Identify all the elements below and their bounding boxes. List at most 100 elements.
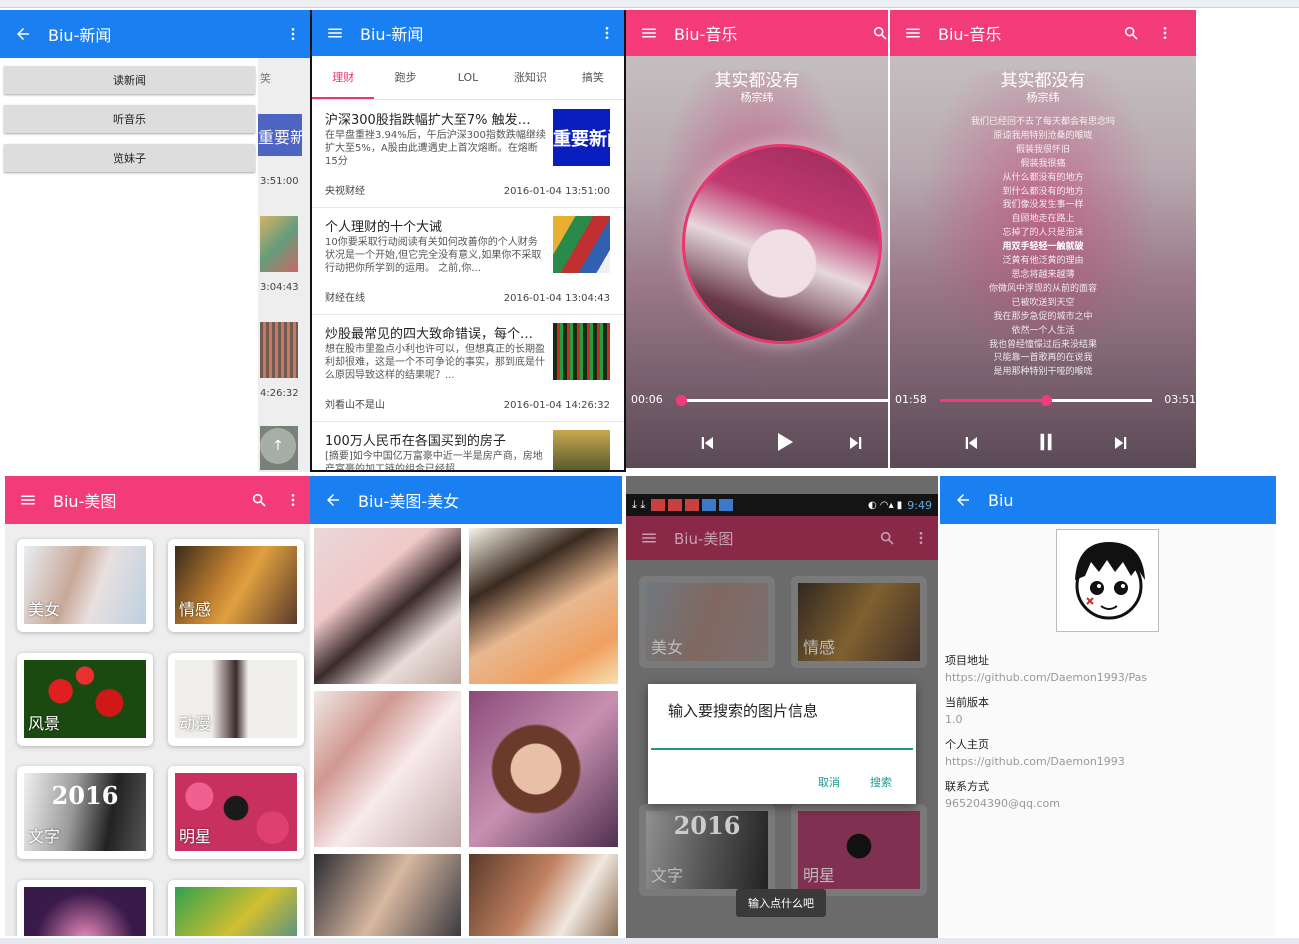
news-item[interactable]: 沪深300股指跌幅扩大至7% 触发二次熔断 在早盘重挫3.94%后，午后沪深30… — [312, 101, 624, 208]
photo-thumbnail[interactable] — [314, 691, 461, 847]
news-item[interactable]: 炒股最常见的四大致命错误，每个股民都要看 想在股市里盈点小利也许可以，但想真正的… — [312, 315, 624, 422]
news-date: 2016-01-04 13:04:43 — [503, 293, 610, 304]
category-label: 文字 — [28, 827, 61, 846]
search-input[interactable] — [651, 738, 913, 750]
tab-funny[interactable]: 搞笑 — [562, 56, 624, 99]
category-card-star[interactable]: 明星 — [168, 766, 304, 859]
search-dialog: 输入要搜索的图片信息 取消 搜索 — [648, 684, 916, 804]
more-vert-icon[interactable] — [590, 10, 624, 57]
lyric-line: 已被吹送到天空 — [1011, 297, 1075, 308]
toolbar-title: Biu — [988, 490, 1014, 510]
tab-knowledge[interactable]: 涨知识 — [499, 56, 561, 99]
previous-track-icon[interactable] — [698, 434, 716, 456]
menu-hamburger-icon[interactable] — [11, 476, 45, 524]
search-icon[interactable] — [242, 476, 276, 524]
play-icon[interactable] — [772, 430, 796, 458]
news-thumbnail: 重要新闻 — [553, 109, 610, 166]
avatar — [1056, 529, 1159, 632]
photo-thumbnail[interactable] — [469, 854, 618, 936]
more-vert-icon[interactable] — [276, 10, 310, 58]
news-title: 个人理财的十个大诫 — [325, 220, 443, 235]
info-row-project-url: 项目地址 https://github.com/Daemon1993/Pas — [945, 652, 1147, 684]
more-vert-icon[interactable] — [276, 476, 310, 524]
category-card-emotion[interactable]: 情感 — [168, 539, 304, 632]
lyric-line: 思念将越来越薄 — [1011, 269, 1075, 280]
category-card-text[interactable]: 2016 文字 — [17, 766, 153, 859]
tab-finance[interactable]: 理财 — [312, 56, 375, 99]
back-arrow-icon[interactable] — [316, 476, 350, 524]
homepage-link[interactable]: https://github.com/Daemon1993 — [945, 755, 1125, 768]
lyric-line: 自顾地走在路上 — [1011, 214, 1075, 225]
menu-item-listen-music[interactable]: 听音乐 — [4, 105, 255, 133]
panel-music-lyrics: Biu-音乐 其实都没有 杨宗纬 我们已经回不去了每天都会有思念吗 原谅我用特别沧… — [890, 10, 1196, 468]
category-card[interactable] — [17, 880, 153, 936]
seek-thumb[interactable] — [676, 395, 687, 406]
tab-lol[interactable]: LOL — [437, 56, 499, 99]
contact-email[interactable]: 965204390@qq.com — [945, 797, 1060, 810]
drawer-scrim-background: 笑 重要新闻 3:51:00 3:04:43 4:26:32 ↑ — [258, 58, 310, 472]
lyric-line: 泛黄有他泛黄的理由 — [1002, 256, 1084, 267]
photo-thumbnail[interactable] — [469, 691, 618, 847]
photo-thumbnail[interactable] — [469, 528, 618, 684]
more-vert-icon[interactable] — [1148, 10, 1182, 57]
news-thumbnail — [553, 216, 610, 273]
lyric-line: 假装我很痛 — [1020, 158, 1066, 169]
menu-item-read-news[interactable]: 读新闻 — [4, 66, 255, 94]
toolbar-title: Biu-新闻 — [360, 25, 424, 44]
status-bar: ⤓ ⤓ ◐ ◠▴ ▮ 9:49 — [626, 494, 938, 516]
notification-icon — [685, 499, 700, 511]
seek-bar[interactable] — [676, 395, 888, 406]
cancel-button[interactable]: 取消 — [818, 774, 840, 790]
lyric-line: 从什么都没有的地方 — [1002, 172, 1084, 183]
album-disc[interactable] — [682, 144, 882, 344]
news-title: 沪深300股指跌幅扩大至7% 触发二次熔断 — [325, 113, 540, 128]
menu-hamburger-icon[interactable] — [632, 10, 666, 57]
project-url-link[interactable]: https://github.com/Daemon1993/Pas — [945, 671, 1147, 684]
panel-photo-grid: Biu-美图-美女 — [310, 476, 622, 936]
news-item[interactable]: 个人理财的十个大诫 10你要采取行动阅读有关如何改善你的个人财务状况是一个开始,… — [312, 208, 624, 315]
toolbar-title: Biu-音乐 — [674, 25, 738, 44]
tab-running[interactable]: 跑步 — [374, 56, 436, 99]
scroll-top-fab[interactable]: ↑ — [260, 428, 296, 464]
notification-icon — [719, 499, 734, 511]
category-card-beauty[interactable]: 美女 — [17, 539, 153, 632]
news-source: 央视财经 — [325, 186, 365, 197]
seek-bar[interactable] — [940, 395, 1152, 406]
panel-news-drawer: 笑 重要新闻 3:51:00 3:04:43 4:26:32 ↑ Biu-新闻 … — [0, 10, 310, 472]
song-title: 其实都没有 — [1000, 71, 1086, 91]
dimmed-card: 美女 — [639, 576, 775, 668]
category-card[interactable] — [168, 880, 304, 936]
next-track-icon[interactable] — [847, 434, 865, 456]
pause-icon[interactable] — [1035, 431, 1057, 457]
toolbar-title: Biu-音乐 — [938, 25, 1002, 44]
toolbar-title: Biu-新闻 — [48, 26, 112, 45]
lyric-line: 我们像没发生事一样 — [1002, 200, 1084, 211]
menu-item-view-girls[interactable]: 览妹子 — [4, 144, 255, 172]
menu-hamburger-icon[interactable] — [896, 10, 930, 57]
search-button[interactable]: 搜索 — [870, 774, 892, 790]
seek-thumb[interactable] — [1041, 395, 1052, 406]
photo-thumbnail[interactable] — [314, 528, 461, 684]
lyric-line: 依然一个人生活 — [1011, 325, 1075, 336]
back-arrow-icon[interactable] — [946, 476, 980, 524]
category-label: 动漫 — [179, 714, 212, 733]
search-icon[interactable] — [1114, 10, 1148, 57]
panel-gallery-search-dialog: ⤓ ⤓ ◐ ◠▴ ▮ 9:49 Biu-美图 美女 情感 2016 文字 明星 输… — [626, 476, 938, 940]
menu-hamburger-icon — [632, 514, 666, 562]
back-arrow-icon[interactable] — [6, 10, 40, 58]
time-current: 01:58 — [895, 393, 927, 406]
search-icon — [870, 514, 904, 562]
bg-tab-label: 笑 — [260, 72, 271, 85]
news-item[interactable]: 100万人民币在各国买到的房子 [摘要]如今中国亿万富豪中近一半是房产商，房地产… — [312, 422, 624, 470]
info-key: 当前版本 — [945, 696, 989, 709]
photo-thumbnail[interactable] — [314, 854, 461, 936]
toolbar: Biu-美图-美女 — [310, 476, 622, 524]
previous-track-icon[interactable] — [962, 434, 980, 456]
song-title: 其实都没有 — [714, 71, 800, 91]
category-card-scenery[interactable]: 风景 — [17, 653, 153, 746]
category-card-anime[interactable]: 动漫 — [168, 653, 304, 746]
search-icon[interactable] — [868, 10, 888, 57]
menu-hamburger-icon[interactable] — [318, 10, 352, 57]
wifi-signal-battery-icon: ◐ ◠▴ ▮ — [867, 499, 903, 511]
next-track-icon[interactable] — [1112, 434, 1130, 456]
